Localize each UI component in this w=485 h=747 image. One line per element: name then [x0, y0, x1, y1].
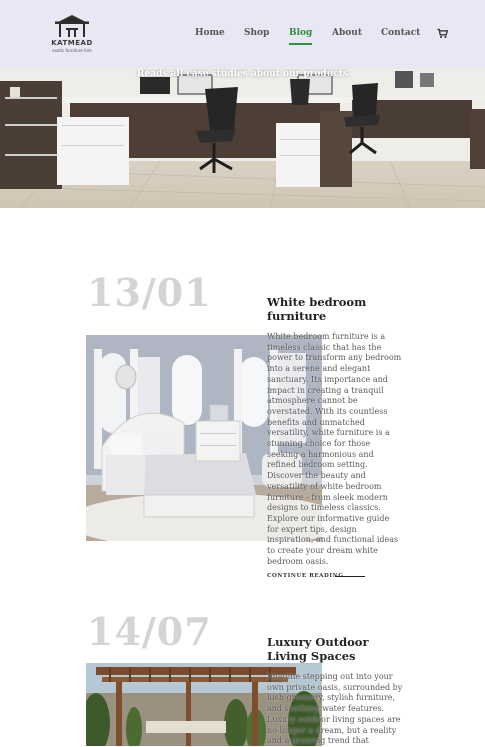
hero-office-image [0, 69, 485, 208]
hero-caption: Reads all case studies about our product… [137, 69, 348, 79]
post-date: 14/07 [87, 609, 212, 654]
continue-reading-link[interactable]: CONTINUE READING [267, 573, 344, 579]
cart-icon[interactable] [437, 28, 448, 39]
logo-text: KATMEAD [51, 39, 93, 47]
nav-about[interactable]: About [332, 28, 362, 42]
post-date: 13/01 [87, 270, 212, 315]
nav-blog[interactable]: Blog [289, 28, 313, 45]
logo-gazebo-icon [55, 15, 89, 37]
hero-banner: Reads all case studies about our product… [0, 69, 485, 208]
post-title[interactable]: White bedroom furniture [267, 295, 407, 323]
post-excerpt: White bedroom furniture is a timeless cl… [267, 332, 402, 566]
nav-contact[interactable]: Contact [381, 28, 420, 42]
logo-tagline: exotic furniture hire [52, 48, 92, 53]
continue-reading-line [335, 576, 365, 577]
logo[interactable]: KATMEAD exotic furniture hire [38, 13, 106, 57]
post-title[interactable]: Luxury Outdoor Living Spaces [267, 635, 407, 663]
site-header: KATMEAD exotic furniture hire Home Shop … [0, 0, 485, 69]
nav-shop[interactable]: Shop [244, 28, 269, 42]
nav-home[interactable]: Home [195, 28, 225, 42]
post-excerpt: Imagine stepping out into your own priva… [267, 672, 403, 746]
